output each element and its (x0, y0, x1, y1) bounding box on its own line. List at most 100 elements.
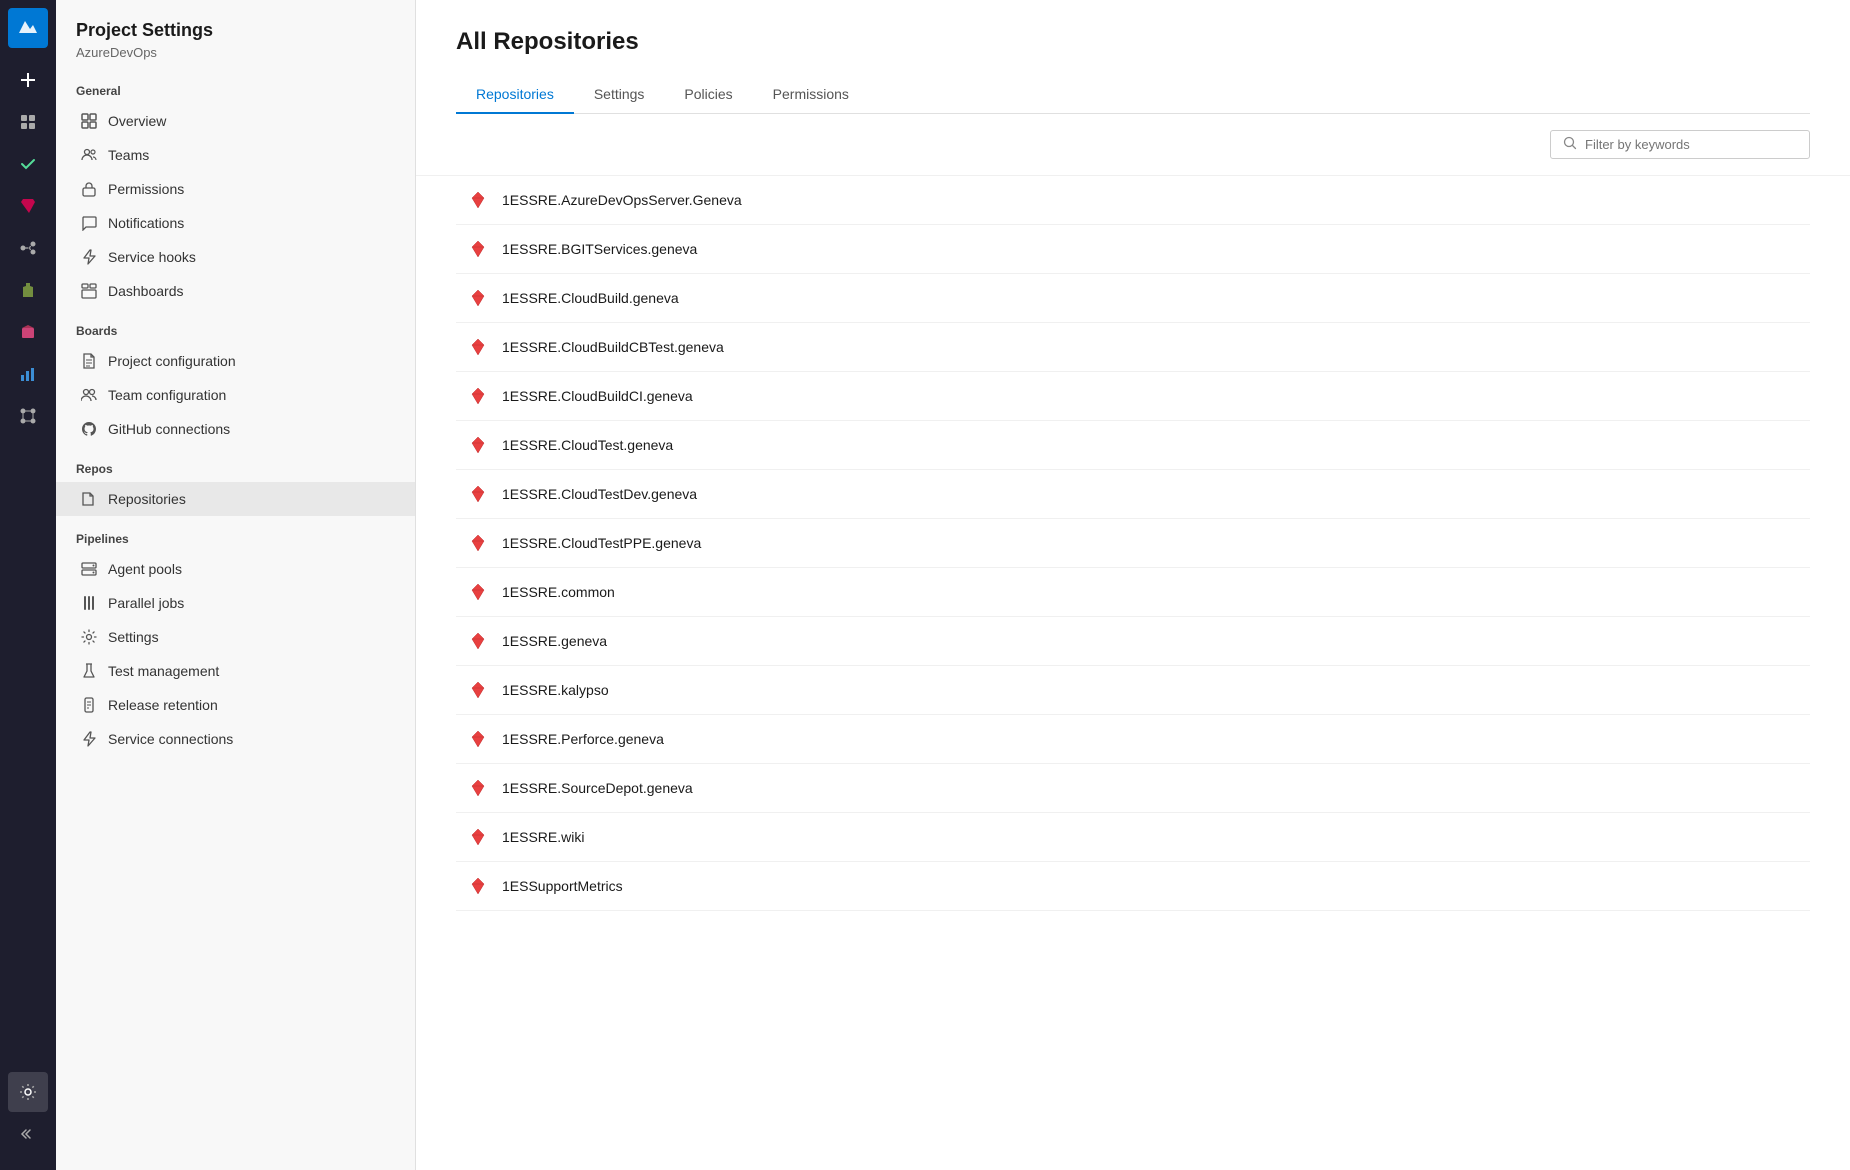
repo-list-item[interactable]: 1ESSRE.CloudTestPPE.geneva (456, 519, 1810, 568)
filter-input-wrap[interactable] (1550, 130, 1810, 159)
tab-policies[interactable]: Policies (664, 76, 752, 114)
sidebar-title: Project Settings (76, 20, 395, 41)
repo-diamond-icon (468, 337, 488, 357)
artifacts-nav-icon[interactable] (8, 312, 48, 352)
sidebar-item-settings[interactable]: Settings (56, 620, 415, 654)
sidebar-item-label: Settings (108, 629, 159, 645)
repo-diamond-icon (468, 582, 488, 602)
sidebar-item-teams[interactable]: Teams (56, 138, 415, 172)
sidebar-item-parallel-jobs[interactable]: Parallel jobs (56, 586, 415, 620)
gear-icon (80, 628, 98, 646)
filter-icon (1563, 136, 1577, 153)
filter-input[interactable] (1585, 137, 1797, 152)
repo-list-item[interactable]: 1ESSRE.CloudTest.geneva (456, 421, 1810, 470)
main-title: All Repositories (456, 28, 1810, 56)
sidebar-item-overview[interactable]: Overview (56, 104, 415, 138)
sidebar-item-project-configuration[interactable]: Project configuration (56, 344, 415, 378)
tab-repositories[interactable]: Repositories (456, 76, 574, 114)
repo-list-item[interactable]: 1ESSRE.AzureDevOpsServer.Geneva (456, 176, 1810, 225)
dashboard-icon (80, 282, 98, 300)
sidebar-item-test-management[interactable]: Test management (56, 654, 415, 688)
sidebar-item-label: Dashboards (108, 283, 184, 299)
repo-list-item[interactable]: 1ESSupportMetrics (456, 862, 1810, 911)
repo-diamond-icon (468, 827, 488, 847)
sidebar-header: Project Settings AzureDevOps (56, 0, 415, 68)
icon-bar (0, 0, 56, 1170)
sidebar-item-service-hooks[interactable]: Service hooks (56, 240, 415, 274)
tab-settings[interactable]: Settings (574, 76, 665, 114)
sidebar-item-label: Notifications (108, 215, 184, 231)
repo-diamond-icon (468, 778, 488, 798)
section-repos: Repos (56, 446, 415, 482)
repo-name: 1ESSRE.AzureDevOpsServer.Geneva (502, 192, 742, 208)
repo-list-item[interactable]: 1ESSRE.BGITServices.geneva (456, 225, 1810, 274)
repo-list-item[interactable]: 1ESSRE.geneva (456, 617, 1810, 666)
sidebar-item-notifications[interactable]: Notifications (56, 206, 415, 240)
sidebar-item-label: Release retention (108, 697, 218, 713)
repo-diamond-icon (468, 435, 488, 455)
repo-list-item[interactable]: 1ESSRE.Perforce.geneva (456, 715, 1810, 764)
repo-list-item[interactable]: 1ESSRE.SourceDepot.geneva (456, 764, 1810, 813)
sidebar-item-agent-pools[interactable]: Agent pools (56, 552, 415, 586)
sidebar-item-service-connections[interactable]: Service connections (56, 722, 415, 756)
repo-name: 1ESSRE.CloudBuild.geneva (502, 290, 679, 306)
integrations-nav-icon[interactable] (8, 396, 48, 436)
github-icon (80, 420, 98, 438)
repo-list-item[interactable]: 1ESSRE.CloudBuildCBTest.geneva (456, 323, 1810, 372)
repo-name: 1ESSRE.CloudBuildCI.geneva (502, 388, 693, 404)
repos-nav-icon[interactable] (8, 186, 48, 226)
repo-diamond-icon (468, 190, 488, 210)
repo-list-item[interactable]: 1ESSRE.common (456, 568, 1810, 617)
icon-bar-bottom (0, 1072, 56, 1162)
sidebar-item-release-retention[interactable]: Release retention (56, 688, 415, 722)
sidebar-item-repositories[interactable]: Repositories (56, 482, 415, 516)
repo-diamond-icon (468, 239, 488, 259)
repo-name: 1ESSRE.BGITServices.geneva (502, 241, 697, 257)
testplans-nav-icon[interactable] (8, 270, 48, 310)
pipelines-nav-icon[interactable] (8, 228, 48, 268)
sidebar-item-dashboards[interactable]: Dashboards (56, 274, 415, 308)
boards-nav-icon[interactable] (8, 144, 48, 184)
repo-list-item[interactable]: 1ESSRE.CloudBuildCI.geneva (456, 372, 1810, 421)
repo-name: 1ESSRE.common (502, 584, 615, 600)
add-button[interactable] (8, 60, 48, 100)
collapse-nav-icon[interactable] (8, 1114, 48, 1154)
repo-name: 1ESSRE.CloudTest.geneva (502, 437, 673, 453)
tab-permissions[interactable]: Permissions (753, 76, 869, 114)
repo-list-item[interactable]: 1ESSRE.CloudTestDev.geneva (456, 470, 1810, 519)
filter-bar (416, 114, 1850, 176)
repo-list-item[interactable]: 1ESSRE.CloudBuild.geneva (456, 274, 1810, 323)
main-content: All Repositories Repositories Settings P… (416, 0, 1850, 1170)
repo-name: 1ESSRE.kalypso (502, 682, 609, 698)
icon-bar-top (0, 56, 56, 1070)
settings-nav-icon[interactable] (8, 1072, 48, 1112)
doc-icon (80, 352, 98, 370)
parallel-icon (80, 594, 98, 612)
repo-diamond-icon (468, 729, 488, 749)
sidebar-item-permissions[interactable]: Permissions (56, 172, 415, 206)
repo-list-item[interactable]: 1ESSRE.kalypso (456, 666, 1810, 715)
tab-bar: Repositories Settings Policies Permissio… (456, 76, 1810, 114)
sidebar: Project Settings AzureDevOps General Ove… (56, 0, 416, 1170)
app-logo[interactable] (8, 8, 48, 48)
repo-name: 1ESSRE.CloudTestDev.geneva (502, 486, 697, 502)
section-general: General (56, 68, 415, 104)
repo-list-item[interactable]: 1ESSRE.wiki (456, 813, 1810, 862)
sidebar-item-label: Project configuration (108, 353, 236, 369)
lightning2-icon (80, 730, 98, 748)
sidebar-item-label: GitHub connections (108, 421, 230, 437)
sidebar-item-label: Teams (108, 147, 149, 163)
home-icon[interactable] (8, 102, 48, 142)
grid-icon (80, 112, 98, 130)
analytics-nav-icon[interactable] (8, 354, 48, 394)
repo-name: 1ESSRE.geneva (502, 633, 607, 649)
sidebar-item-label: Parallel jobs (108, 595, 184, 611)
lock-icon (80, 180, 98, 198)
section-boards: Boards (56, 308, 415, 344)
sidebar-item-label: Overview (108, 113, 166, 129)
sidebar-item-github-connections[interactable]: GitHub connections (56, 412, 415, 446)
sidebar-item-label: Permissions (108, 181, 184, 197)
sidebar-item-team-configuration[interactable]: Team configuration (56, 378, 415, 412)
repo-diamond-icon (468, 876, 488, 896)
main-header: All Repositories Repositories Settings P… (416, 0, 1850, 114)
